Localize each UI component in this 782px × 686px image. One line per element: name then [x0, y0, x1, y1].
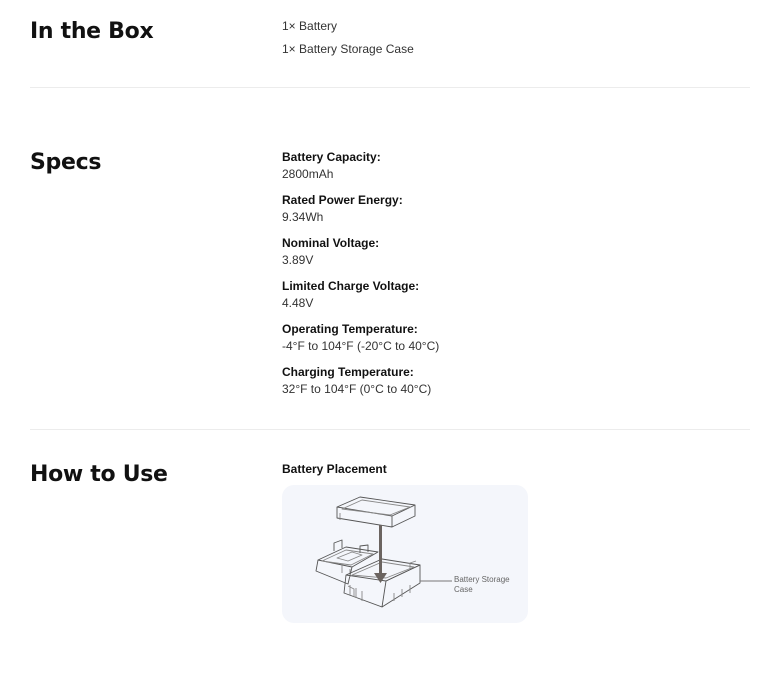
spec-value: 9.34Wh — [282, 210, 324, 224]
how-to-use-body: Battery Placement Battery Storage Case — [282, 461, 542, 631]
section-divider — [30, 429, 750, 430]
spec-label: Operating Temperature: — [282, 322, 418, 336]
section-divider — [30, 87, 750, 88]
spec-label: Battery Capacity: — [282, 150, 381, 164]
spec-item: Operating Temperature: -4°F to 104°F (-2… — [282, 321, 439, 355]
insert-arrow-icon — [374, 525, 387, 583]
how-to-use-section: How to Use Battery Placement Battery Sto… — [30, 462, 750, 632]
spec-item: Limited Charge Voltage: 4.48V — [282, 278, 439, 312]
in-the-box-section: In the Box 1× Battery 1× Battery Storage… — [30, 19, 750, 79]
spec-label: Nominal Voltage: — [282, 236, 380, 250]
spec-value: 3.89V — [282, 253, 314, 267]
battery-placement-figure: Battery Storage Case — [282, 485, 528, 623]
specs-section: Specs Battery Capacity: 2800mAh Rated Po… — [30, 150, 750, 410]
in-the-box-list: 1× Battery 1× Battery Storage Case — [282, 15, 414, 61]
storage-case-callout: Battery Storage Case — [454, 575, 510, 594]
storage-case-icon — [315, 539, 421, 608]
specs-title: Specs — [30, 150, 102, 175]
in-the-box-title: In the Box — [30, 19, 154, 44]
spec-label: Limited Charge Voltage: — [282, 279, 420, 293]
battery-case-illustration — [315, 496, 452, 608]
spec-value: 2800mAh — [282, 167, 334, 181]
spec-item: Battery Capacity: 2800mAh — [282, 149, 439, 183]
battery-icon — [336, 496, 416, 528]
spec-value: 4.48V — [282, 296, 314, 310]
spec-label: Charging Temperature: — [282, 365, 414, 379]
specs-list: Battery Capacity: 2800mAh Rated Power En… — [282, 149, 439, 407]
spec-label: Rated Power Energy: — [282, 193, 403, 207]
spec-item: Charging Temperature: 32°F to 104°F (0°C… — [282, 364, 439, 398]
spec-value: -4°F to 104°F (-20°C to 40°C) — [282, 339, 440, 353]
box-item: 1× Battery Storage Case — [282, 42, 414, 56]
box-item: 1× Battery — [282, 19, 338, 33]
battery-placement-label: Battery Placement — [282, 462, 387, 476]
how-to-use-title: How to Use — [30, 462, 168, 487]
spec-item: Rated Power Energy: 9.34Wh — [282, 192, 439, 226]
spec-item: Nominal Voltage: 3.89V — [282, 235, 439, 269]
spec-value: 32°F to 104°F (0°C to 40°C) — [282, 382, 432, 396]
